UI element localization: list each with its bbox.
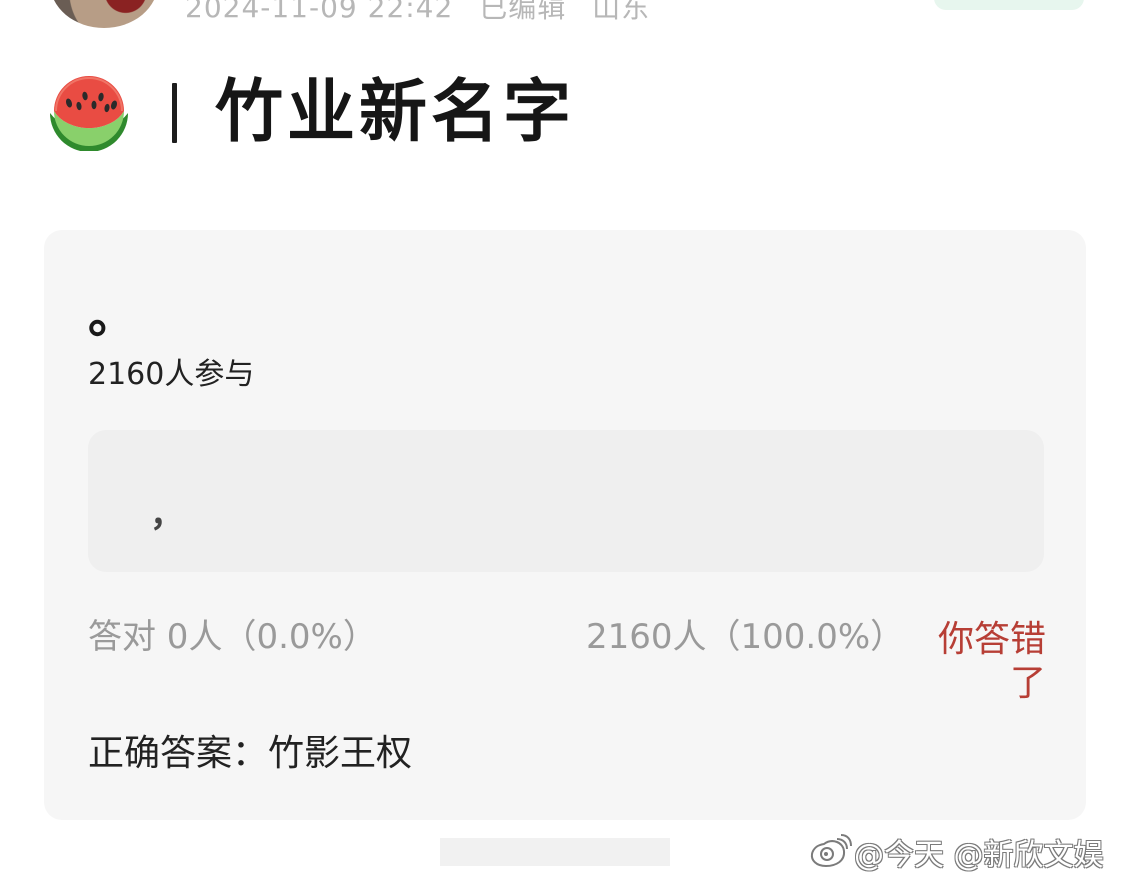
weibo-icon (810, 834, 852, 868)
quiz-card: 。 2160人参与 ， 答对 0人（0.0%） 2160人（100.0%） 你答… (44, 230, 1086, 820)
follow-button[interactable] (934, 0, 1084, 10)
wrong-answer-label: 你答错了 (937, 619, 1046, 704)
quiz-question: 。 (88, 288, 137, 344)
weibo-watermark: @今天 @新欣文娱 (808, 830, 1104, 874)
avatar[interactable] (50, 0, 158, 28)
location-label: 山东 (592, 0, 651, 24)
post-meta: 2024-11-09 22:42 已编辑 山东 (185, 0, 666, 26)
edited-label: 已编辑 (479, 0, 567, 24)
participant-count: 2160人参与 (88, 357, 255, 392)
answer-option[interactable]: ， (88, 430, 1044, 572)
correct-stats: 答对 0人（0.0%） (88, 617, 377, 657)
correct-answer: 正确答案：竹影王权 (88, 733, 413, 774)
answer-option-text: ， (150, 495, 184, 535)
wrong-stats: 2160人（100.0%） (586, 617, 905, 657)
watermelon-icon (50, 76, 128, 151)
post-timestamp: 2024-11-09 22:42 (185, 0, 454, 24)
bottom-bar (440, 838, 670, 866)
title-divider (172, 83, 177, 143)
post-title-row: 竹业新名字 (44, 68, 575, 158)
watermark-text: @今天 @新欣文娱 (854, 838, 1104, 873)
page-title: 竹业新名字 (215, 73, 576, 152)
